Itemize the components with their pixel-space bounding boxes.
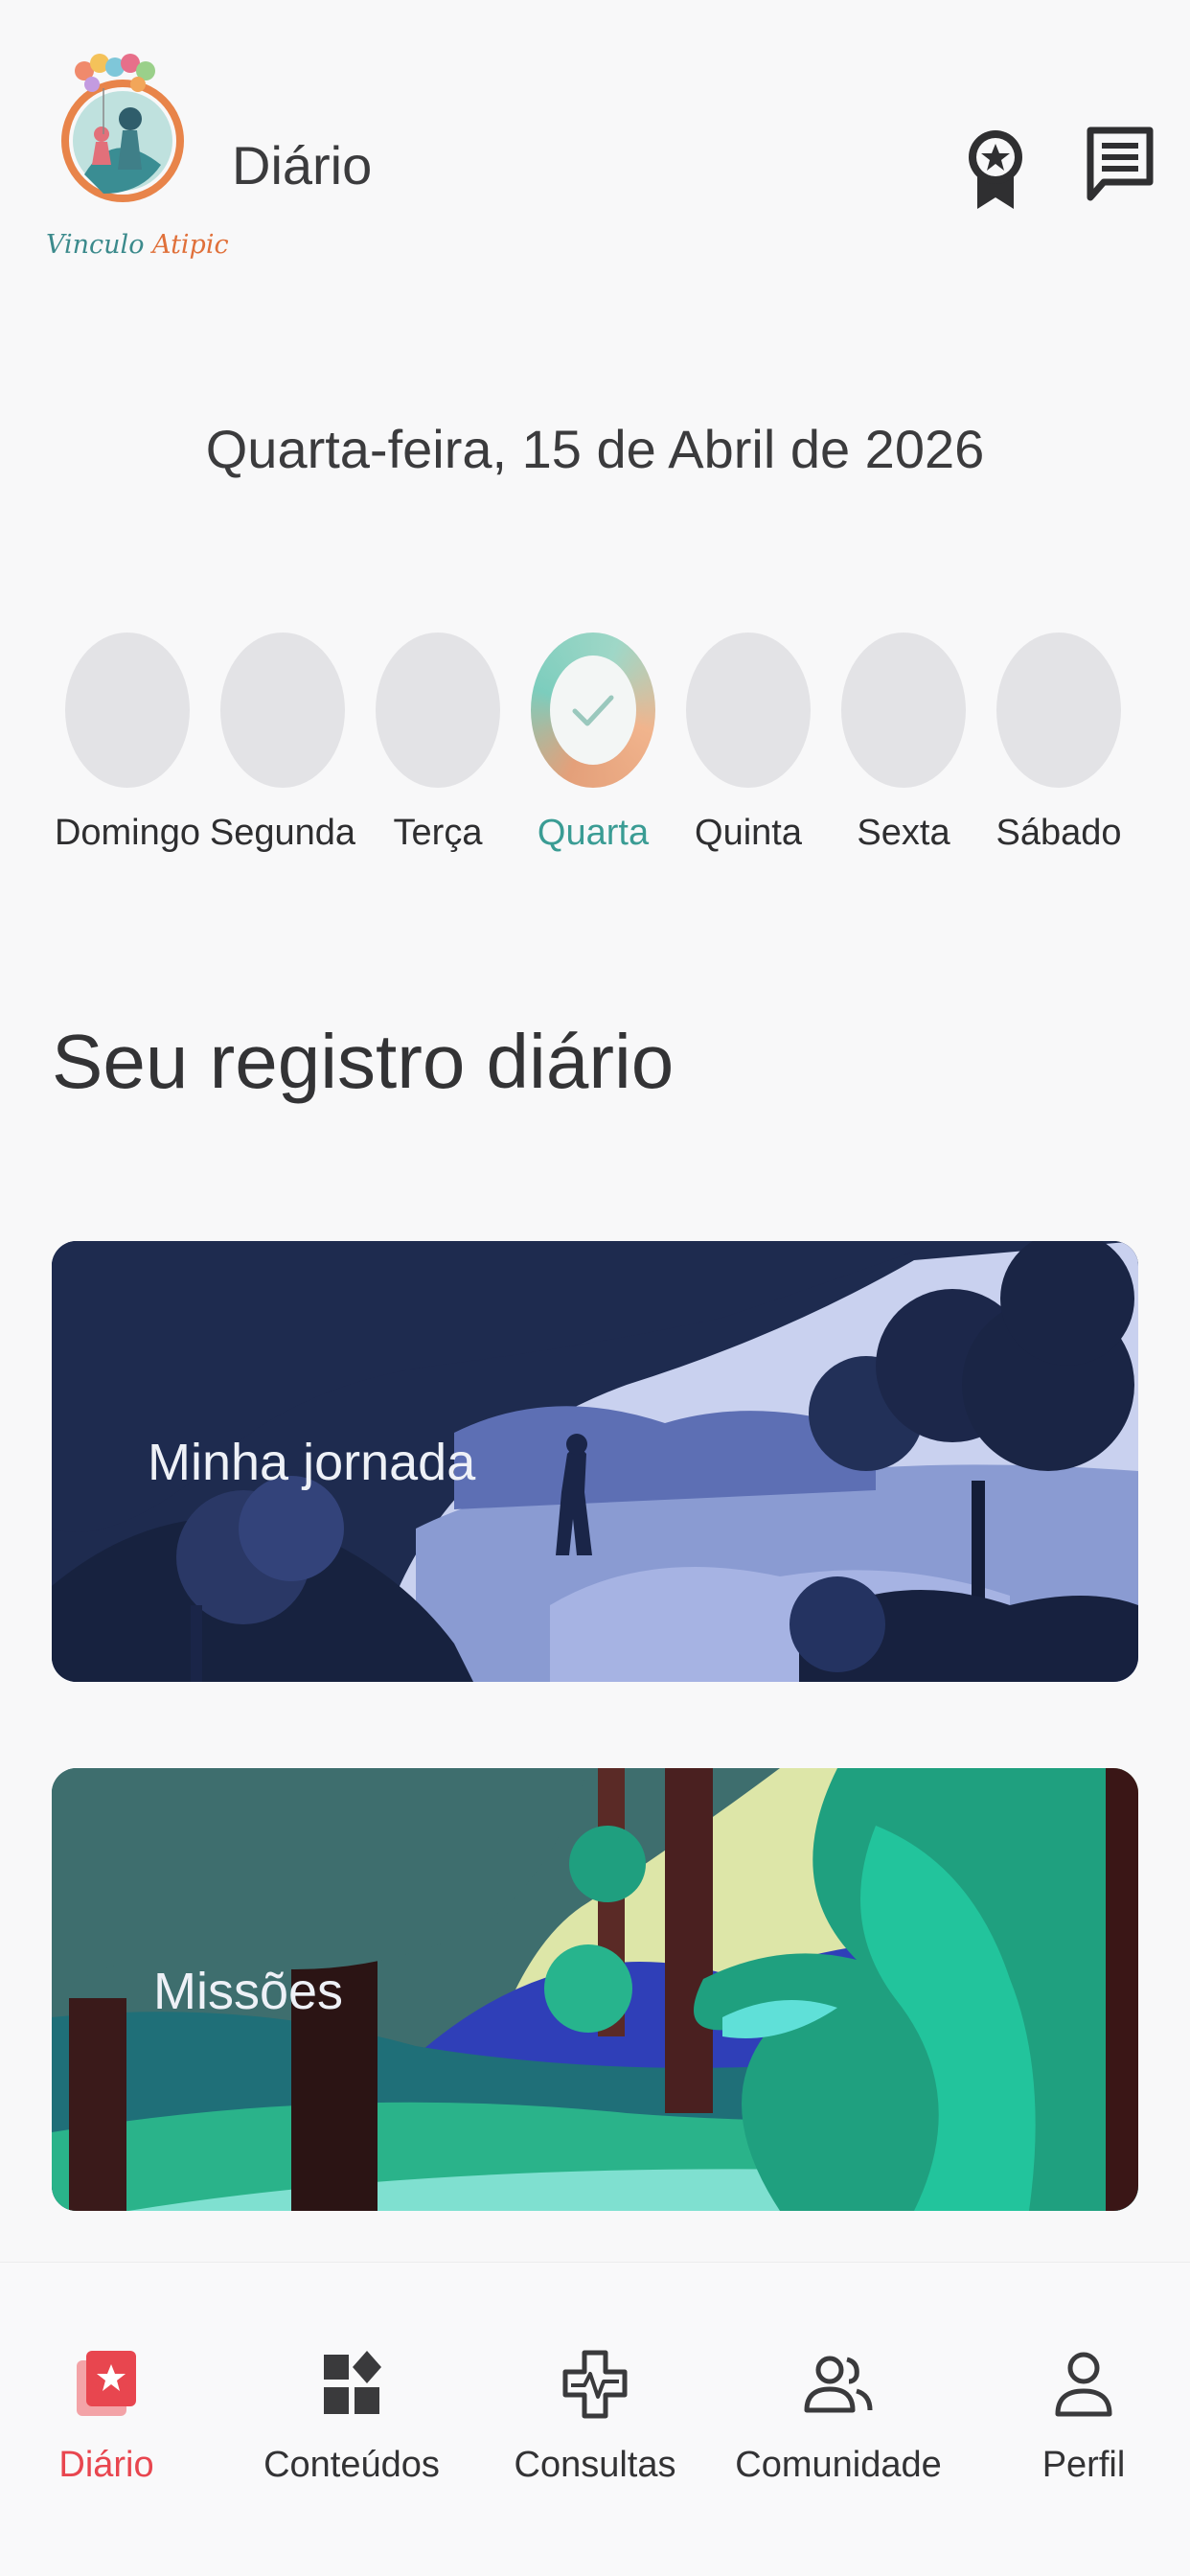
journey-card-title: Minha jornada xyxy=(148,1434,476,1491)
section-title: Seu registro diário xyxy=(52,1019,675,1104)
day-progress-circle xyxy=(65,632,190,788)
nav-label: Diário xyxy=(58,2445,154,2485)
app-logo: Vinculo Atipic xyxy=(46,50,229,270)
nav-label: Comunidade xyxy=(735,2445,942,2485)
day-tuesday[interactable]: Terça xyxy=(360,632,515,862)
missions-card-title: Missões xyxy=(153,1963,344,2020)
day-sunday[interactable]: Domingo xyxy=(50,632,205,862)
check-icon xyxy=(572,695,614,726)
day-label: Domingo xyxy=(54,813,201,853)
day-progress-circle xyxy=(686,632,811,788)
day-wednesday[interactable]: Quarta xyxy=(515,632,671,862)
nav-perfil[interactable]: Perfil xyxy=(969,2349,1190,2486)
nav-label: Consultas xyxy=(514,2445,676,2485)
day-progress-circle xyxy=(996,632,1121,788)
nav-conteudos[interactable]: Conteúdos xyxy=(237,2349,467,2486)
logo-wordmark: Vinculo Atipic xyxy=(46,230,229,260)
award-badge-icon[interactable] xyxy=(962,126,1039,213)
bottom-navigation: Diário Conteúdos Consultas Comunidade Pe… xyxy=(0,2262,1190,2576)
day-progress-circle xyxy=(841,632,966,788)
nav-consultas[interactable]: Consultas xyxy=(480,2349,710,2486)
day-label: Quinta xyxy=(695,813,802,853)
page-title: Diário xyxy=(232,135,373,196)
medical-cross-icon xyxy=(562,2350,628,2419)
day-label: Terça xyxy=(393,813,483,853)
content-grid-icon xyxy=(324,2351,381,2414)
missions-card[interactable]: Missões xyxy=(52,1768,1138,2211)
nav-comunidade[interactable]: Comunidade xyxy=(723,2349,953,2486)
week-day-selector: Domingo Segunda Terça Quarta Quinta Sext… xyxy=(50,632,1142,862)
journey-card[interactable]: Minha jornada xyxy=(52,1241,1138,1682)
day-label: Sexta xyxy=(857,813,950,853)
nav-label: Perfil xyxy=(1041,2445,1126,2485)
chat-message-icon[interactable] xyxy=(1087,126,1163,213)
day-label: Quarta xyxy=(537,813,650,853)
day-progress-circle xyxy=(376,632,500,788)
day-friday[interactable]: Sexta xyxy=(826,632,981,862)
day-label: Sábado xyxy=(995,813,1122,853)
day-saturday[interactable]: Sábado xyxy=(981,632,1136,862)
nav-label: Conteúdos xyxy=(263,2445,440,2485)
day-progress-circle xyxy=(531,632,655,788)
day-monday[interactable]: Segunda xyxy=(205,632,360,862)
profile-person-icon xyxy=(1055,2352,1112,2417)
nav-diario[interactable]: Diário xyxy=(0,2349,221,2486)
current-date: Quarta-feira, 15 de Abril de 2026 xyxy=(205,419,985,479)
day-thursday[interactable]: Quinta xyxy=(671,632,826,862)
day-progress-circle xyxy=(220,632,345,788)
community-people-icon xyxy=(804,2356,873,2413)
app-header: Vinculo Atipic Diário xyxy=(0,0,1190,288)
day-label: Segunda xyxy=(209,813,356,853)
journal-star-icon xyxy=(77,2351,136,2416)
